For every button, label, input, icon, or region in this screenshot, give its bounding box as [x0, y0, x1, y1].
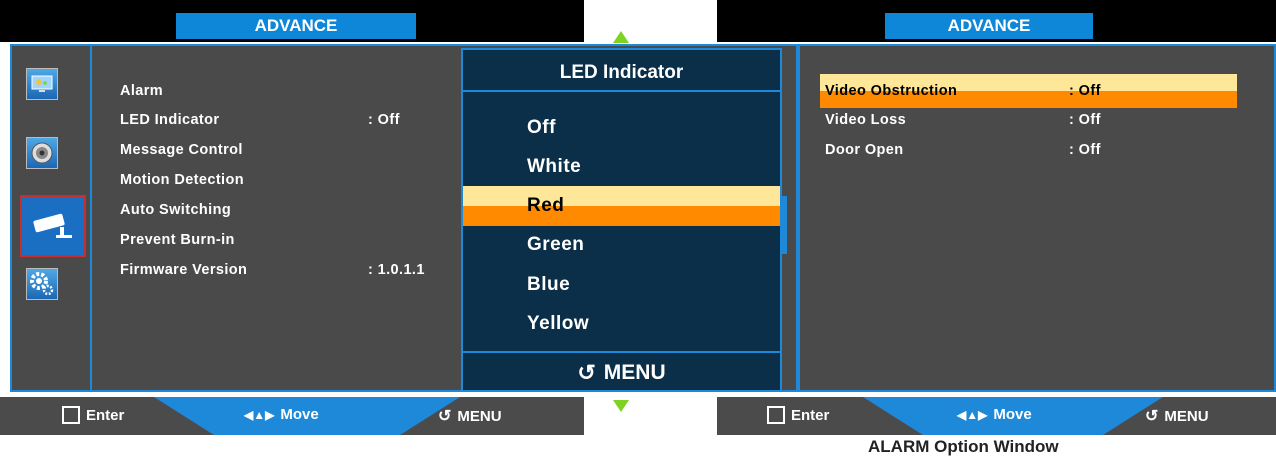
option-yellow[interactable]: Yellow — [527, 313, 589, 335]
return-icon: ↺ — [438, 408, 452, 425]
settings-gears-icon[interactable] — [26, 268, 58, 300]
menu-item-label: Auto Switching — [120, 202, 232, 218]
option-red[interactable]: Red — [527, 195, 564, 217]
menu-item-alarm[interactable]: Alarm — [120, 83, 163, 99]
popup-title-bar: LED Indicator — [463, 50, 780, 92]
menu-item-label: LED Indicator — [120, 112, 220, 128]
enter-label: Enter — [86, 406, 125, 424]
enter-label: Enter — [791, 406, 830, 424]
menu-item-led-indicator-value: : Off — [368, 112, 400, 128]
menu-item-led-indicator[interactable]: LED Indicator — [120, 112, 219, 128]
caption: ALARM Option Window — [868, 437, 1059, 456]
menu-item-label: Motion Detection — [120, 172, 244, 188]
menu-hint: ↺ MENU — [438, 406, 502, 426]
menu-item-firmware-version[interactable]: Firmware Version — [120, 262, 247, 278]
return-icon: ↺ — [1145, 408, 1159, 425]
menu-label: MENU — [1164, 407, 1209, 425]
enter-icon — [62, 406, 80, 424]
option-green[interactable]: Green — [527, 234, 584, 256]
menu-item-firmware-version-value: : 1.0.1.1 — [368, 262, 425, 278]
move-label: Move — [993, 406, 1032, 423]
enter-hint: Enter — [767, 406, 829, 424]
enter-icon — [767, 406, 785, 424]
menu-item-label: Firmware Version — [120, 262, 248, 278]
menu-item-label: Video Loss — [825, 112, 907, 128]
right-header-title: ADVANCE — [885, 13, 1093, 39]
right-footer: Enter ◀▲▶ Move ↺ MENU — [717, 397, 1276, 435]
menu-item-label: Door Open — [825, 142, 904, 158]
option-off[interactable]: Off — [527, 117, 556, 139]
right-header: ADVANCE — [717, 0, 1276, 42]
popup-menu-label: MENU — [603, 360, 666, 384]
menu-item-label: Message Control — [120, 142, 243, 158]
move-hint: ◀▲▶ Move — [244, 406, 319, 423]
menu-item-door-open-value: : Off — [1069, 142, 1101, 158]
picture-icon[interactable] — [26, 68, 58, 100]
menu-item-auto-switching[interactable]: Auto Switching — [120, 202, 231, 218]
return-icon: ↺ — [577, 359, 596, 385]
move-arrows-icon: ◀▲▶ — [957, 407, 988, 422]
menu-item-video-obstruction-value: : Off — [1069, 83, 1101, 99]
menu-item-prevent-burn-in[interactable]: Prevent Burn-in — [120, 232, 235, 248]
menu-item-label: Video Obstruction — [825, 83, 958, 99]
menu-item-label: Prevent Burn-in — [120, 232, 235, 248]
left-header: ADVANCE — [0, 0, 584, 42]
selected-option-highlight — [463, 186, 780, 226]
scroll-up-arrow-icon[interactable] — [613, 31, 629, 43]
led-indicator-popup: LED Indicator Off White Red Green Blue Y… — [461, 48, 782, 392]
menu-hint: ↺ MENU — [1145, 406, 1209, 426]
menu-label: MENU — [457, 407, 502, 425]
option-blue[interactable]: Blue — [527, 274, 570, 296]
left-header-title: ADVANCE — [176, 13, 416, 39]
popup-menu-footer[interactable]: ↺ MENU — [463, 351, 780, 392]
left-footer: Enter ◀▲▶ Move ↺ MENU — [0, 397, 584, 435]
enter-hint: Enter — [62, 406, 124, 424]
move-hint: ◀▲▶ Move — [957, 406, 1032, 423]
menu-item-video-loss-value: : Off — [1069, 112, 1101, 128]
menu-item-video-loss[interactable]: Video Loss — [825, 112, 906, 128]
scroll-indicator — [782, 196, 787, 254]
menu-item-door-open[interactable]: Door Open — [825, 142, 904, 158]
option-white[interactable]: White — [527, 156, 581, 178]
menu-item-label: Alarm — [120, 83, 164, 99]
move-label: Move — [280, 406, 319, 423]
move-arrows-icon: ◀▲▶ — [244, 407, 275, 422]
menu-item-motion-detection[interactable]: Motion Detection — [120, 172, 244, 188]
camera-icon[interactable] — [20, 195, 86, 257]
menu-item-video-obstruction[interactable]: Video Obstruction — [825, 83, 957, 99]
menu-item-message-control[interactable]: Message Control — [120, 142, 243, 158]
scroll-down-arrow-icon[interactable] — [613, 400, 629, 412]
popup-title: LED Indicator — [559, 62, 684, 83]
audio-speaker-icon[interactable] — [26, 137, 58, 169]
